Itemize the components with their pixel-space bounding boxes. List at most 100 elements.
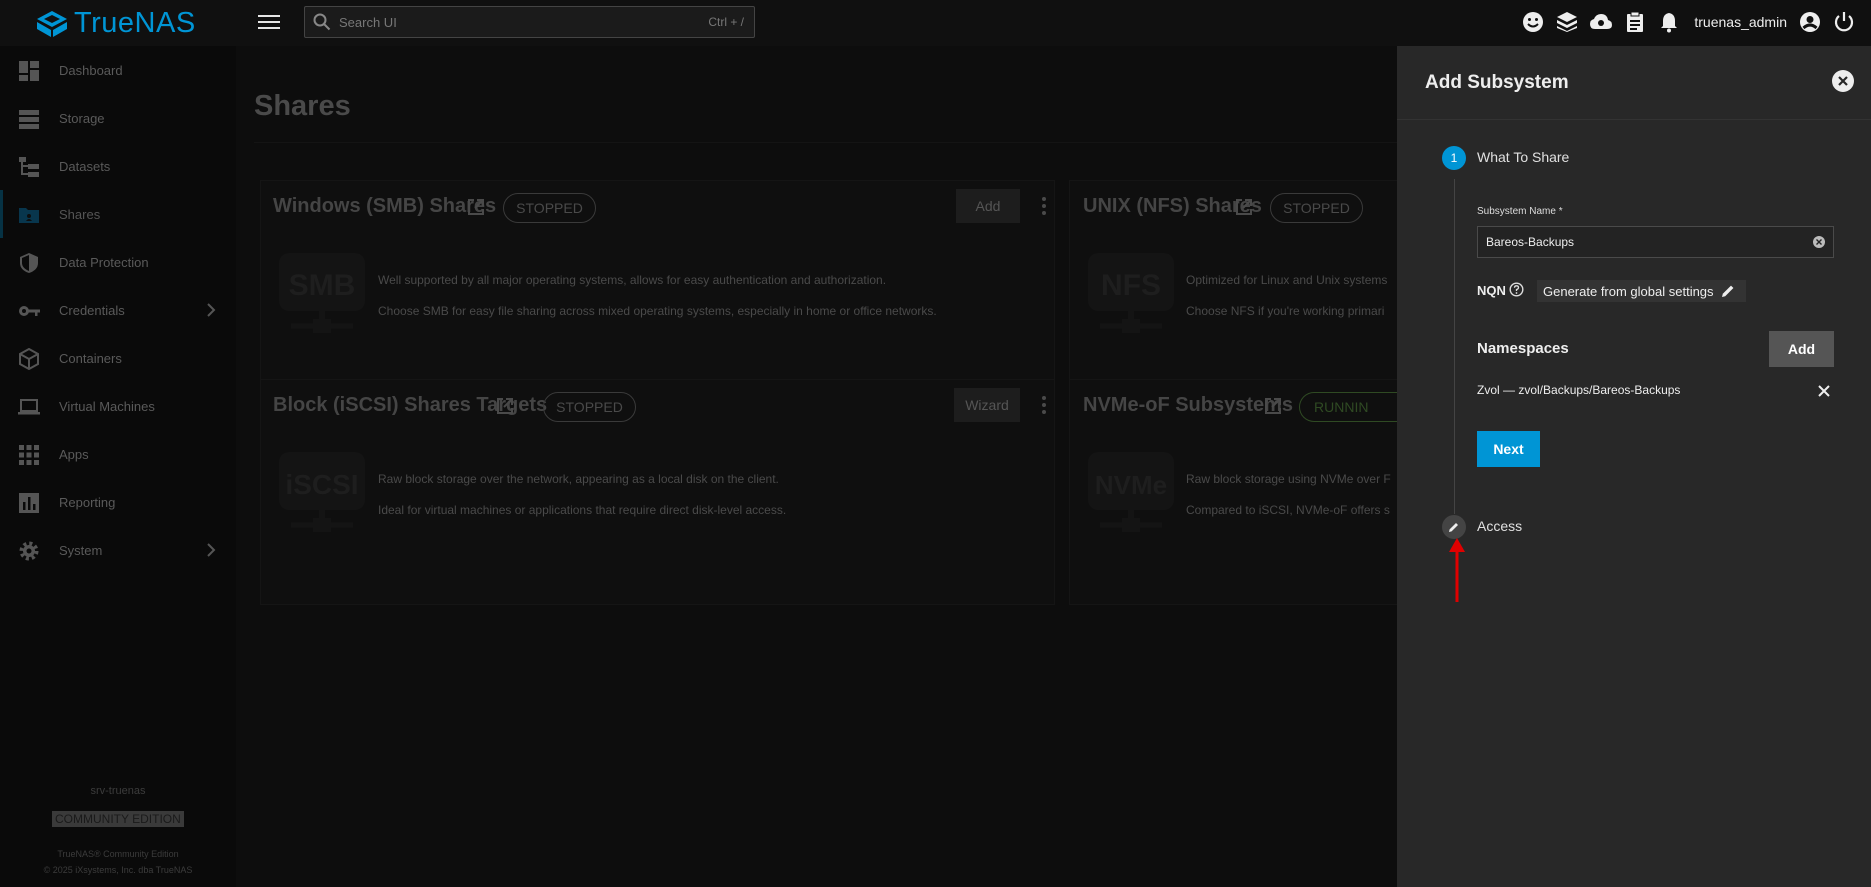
truenas-logo[interactable]: TrueNAS xyxy=(36,7,196,40)
sidebar-item-shares[interactable]: Shares xyxy=(0,190,236,238)
sidebar-item-containers[interactable]: Containers xyxy=(0,334,236,382)
stepper-line xyxy=(1454,179,1455,514)
smb-add-button[interactable]: Add xyxy=(956,189,1020,223)
nvme-description-1: Raw block storage using NVMe over F xyxy=(1186,472,1391,486)
iscsi-share-icon: iSCSI xyxy=(279,452,365,532)
sidebar-item-label: Dashboard xyxy=(59,62,123,78)
help-circle-icon[interactable] xyxy=(1509,282,1524,297)
nvme-subsystems-card: NVMe-oF Subsystems RUNNIN NVMe Raw block… xyxy=(1069,379,1409,605)
iscsi-description-1: Raw block storage over the network, appe… xyxy=(378,472,779,486)
smb-description-2: Choose SMB for easy file sharing across … xyxy=(378,304,937,318)
cloud-sync-icon[interactable] xyxy=(1584,5,1618,39)
nfs-icon-text: NFS xyxy=(1101,269,1161,302)
sidebar-item-credentials[interactable]: Credentials xyxy=(0,286,236,334)
chevron-right-icon xyxy=(207,303,216,317)
search-icon xyxy=(313,13,331,31)
edit-pencil-icon[interactable] xyxy=(1720,283,1736,299)
sidebar-item-virtual-machines[interactable]: Virtual Machines xyxy=(0,382,236,430)
shares-icon xyxy=(19,208,39,223)
nfs-description-2: Choose NFS if you're working primari xyxy=(1186,304,1385,318)
container-icon xyxy=(19,348,39,370)
open-in-new-icon[interactable] xyxy=(1234,197,1254,217)
sidebar-item-datasets[interactable]: Datasets xyxy=(0,142,236,190)
nfs-status-badge: STOPPED xyxy=(1270,193,1363,223)
close-panel-button[interactable] xyxy=(1832,70,1854,92)
sidebar-item-label: Reporting xyxy=(59,494,116,510)
step-1-indicator[interactable]: 1 xyxy=(1442,146,1466,170)
iscsi-more-options-icon[interactable] xyxy=(1042,396,1046,414)
top-bar: TrueNAS Search UI Ctrl + / truenas_admin xyxy=(0,0,1871,46)
open-in-new-icon[interactable] xyxy=(466,197,486,217)
open-in-new-icon[interactable] xyxy=(1263,396,1283,416)
menu-toggle-button[interactable] xyxy=(258,11,280,33)
step-2-indicator[interactable] xyxy=(1442,515,1466,539)
key-icon xyxy=(19,306,40,316)
storage-icon xyxy=(19,110,39,129)
step-2-label[interactable]: Access xyxy=(1477,518,1522,534)
iscsi-wizard-button[interactable]: Wizard xyxy=(954,388,1020,422)
add-namespace-button[interactable]: Add xyxy=(1769,331,1834,367)
power-icon[interactable] xyxy=(1827,5,1861,39)
tasks-clipboard-icon[interactable] xyxy=(1618,5,1652,39)
nvme-description-2: Compared to iSCSI, NVMe-oF offers s xyxy=(1186,503,1390,517)
sidebar-item-dashboard[interactable]: Dashboard xyxy=(0,46,236,94)
notifications-bell-icon[interactable] xyxy=(1652,5,1686,39)
open-in-new-icon[interactable] xyxy=(495,396,515,416)
nqn-label: NQN xyxy=(1477,283,1506,298)
next-button[interactable]: Next xyxy=(1477,431,1540,467)
clear-icon xyxy=(1816,239,1822,245)
smb-card-title[interactable]: Windows (SMB) Shares xyxy=(273,195,496,218)
step-1-label[interactable]: What To Share xyxy=(1477,149,1569,165)
iscsi-description-2: Ideal for virtual machines or applicatio… xyxy=(378,503,787,517)
truecommand-icon[interactable] xyxy=(1550,5,1584,39)
smb-more-options-icon[interactable] xyxy=(1042,197,1046,215)
username[interactable]: truenas_admin xyxy=(1694,14,1787,30)
dashboard-icon xyxy=(19,61,39,81)
footer-product: TrueNAS® Community Edition xyxy=(57,849,179,859)
gear-icon xyxy=(19,541,39,561)
iscsi-icon-text: iSCSI xyxy=(285,469,358,500)
title-divider xyxy=(254,142,1398,143)
sidebar-item-system[interactable]: System xyxy=(0,526,236,574)
sidebar-item-label: Containers xyxy=(59,350,122,366)
add-subsystem-panel: Add Subsystem 1 What To Share Subsystem … xyxy=(1397,46,1871,887)
sidebar-item-label: Virtual Machines xyxy=(59,398,155,414)
sidebar-item-data-protection[interactable]: Data Protection xyxy=(0,238,236,286)
sidebar-item-reporting[interactable]: Reporting xyxy=(0,478,236,526)
footer-copyright[interactable]: © 2025 iXsystems, Inc. dba TrueNAS xyxy=(0,865,236,875)
feedback-smiley-icon[interactable] xyxy=(1516,5,1550,39)
page-title: Shares xyxy=(254,90,351,122)
laptop-icon xyxy=(18,399,40,415)
sidebar-item-label: Datasets xyxy=(59,158,111,174)
app-name: TrueNAS xyxy=(74,7,196,39)
hostname: srv-truenas xyxy=(90,785,146,797)
search-shortcut: Ctrl + / xyxy=(708,15,744,29)
shield-icon xyxy=(20,253,38,273)
nfs-share-icon: NFS xyxy=(1088,253,1174,333)
edit-pencil-icon xyxy=(1449,523,1458,532)
datasets-icon xyxy=(19,157,39,177)
namespace-item: Zvol — zvol/Backups/Bareos-Backups xyxy=(1477,383,1681,397)
account-circle-icon[interactable] xyxy=(1793,5,1827,39)
nvme-card-title[interactable]: NVMe-oF Subsystems xyxy=(1083,394,1293,417)
sidebar-item-apps[interactable]: Apps xyxy=(0,430,236,478)
reporting-icon xyxy=(19,493,39,513)
nvme-icon-text: NVMe xyxy=(1095,470,1167,500)
subsystem-name-input[interactable]: Bareos-Backups xyxy=(1477,226,1834,258)
smb-status-badge: STOPPED xyxy=(503,193,596,223)
nvme-share-icon: NVMe xyxy=(1088,452,1174,532)
smb-description-1: Well supported by all major operating sy… xyxy=(378,273,887,287)
clear-input-button[interactable] xyxy=(1813,236,1825,248)
sidebar-item-storage[interactable]: Storage xyxy=(0,94,236,142)
top-right-toolbar: truenas_admin xyxy=(1516,0,1871,44)
main-content: Shares Windows (SMB) Shares STOPPED Add … xyxy=(236,46,1409,887)
search-input[interactable]: Search UI Ctrl + / xyxy=(304,6,755,38)
remove-namespace-icon[interactable] xyxy=(1817,384,1831,398)
chevron-right-icon xyxy=(207,543,216,557)
smb-share-icon: SMB xyxy=(279,253,365,333)
edition-badge: COMMUNITY EDITION xyxy=(52,811,184,827)
sidebar-item-label: Apps xyxy=(59,446,89,462)
sidebar: Dashboard Storage Datasets Shares Data P… xyxy=(0,46,236,887)
iscsi-shares-card: Block (iSCSI) Shares Targets STOPPED Wiz… xyxy=(260,379,1055,605)
close-icon xyxy=(1838,76,1848,86)
